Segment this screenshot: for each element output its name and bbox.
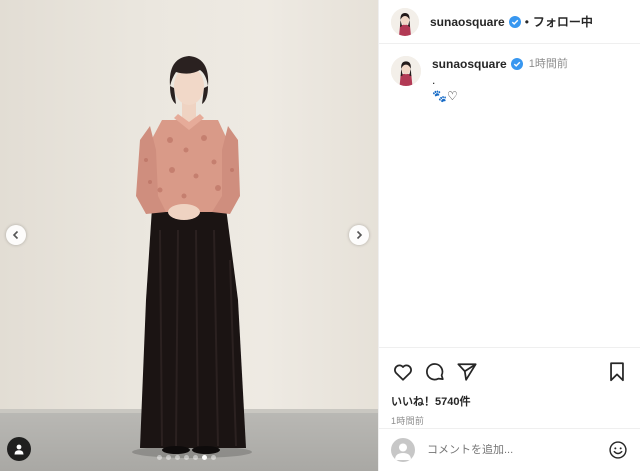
user-tag-icon xyxy=(14,444,24,455)
carousel-dot xyxy=(184,455,189,460)
caption-avatar[interactable] xyxy=(391,56,421,86)
carousel-dot xyxy=(157,455,162,460)
likes-count[interactable]: いいね！5740件 xyxy=(391,393,629,409)
post-header: sunaosquare • フォロー中 xyxy=(379,0,640,44)
caption-time: 1時間前 xyxy=(528,58,568,70)
verified-badge-icon xyxy=(508,15,521,28)
carousel-dot xyxy=(193,455,198,460)
paper-plane-icon xyxy=(457,363,477,381)
caption: sunaosquare 1時間前 . 🐾♡ xyxy=(379,44,640,104)
user-tag-button[interactable] xyxy=(7,437,31,461)
carousel-dot xyxy=(166,455,171,460)
share-button[interactable] xyxy=(455,360,479,384)
carousel-prev-button[interactable] xyxy=(6,225,26,245)
like-button[interactable] xyxy=(391,360,415,384)
posted-time[interactable]: 1時間前 xyxy=(391,414,629,427)
caption-body: sunaosquare 1時間前 . 🐾♡ xyxy=(432,56,568,104)
emoji-button[interactable] xyxy=(607,439,629,461)
bookmark-icon xyxy=(610,362,624,382)
heart-icon xyxy=(394,364,412,381)
photo-person-figure xyxy=(132,56,252,458)
carousel-next-button[interactable] xyxy=(349,225,369,245)
comment-bubble-icon xyxy=(426,363,444,381)
verified-badge-icon xyxy=(510,58,523,70)
comment-input[interactable] xyxy=(427,444,587,456)
avatar-image xyxy=(391,56,421,86)
caption-line: 🐾♡ xyxy=(432,89,458,103)
current-user-avatar xyxy=(391,438,415,462)
chevron-left-icon xyxy=(12,230,19,240)
post-photo[interactable] xyxy=(0,0,378,471)
save-button[interactable] xyxy=(605,360,629,384)
carousel-dot xyxy=(175,455,180,460)
post-actions: いいね！5740件 1時間前 xyxy=(379,347,640,427)
default-avatar-icon xyxy=(395,443,411,460)
comment-bar xyxy=(379,428,640,471)
author-avatar[interactable] xyxy=(391,7,419,36)
chevron-right-icon xyxy=(356,230,363,240)
author-username[interactable]: sunaosquare xyxy=(430,15,505,29)
carousel-dots xyxy=(157,455,216,460)
avatar-image xyxy=(391,7,419,36)
smiley-icon xyxy=(609,441,627,459)
caption-username[interactable]: sunaosquare xyxy=(432,56,507,72)
post-side-panel: sunaosquare • フォロー中 sunaosquare 1時間前 . 🐾… xyxy=(378,0,640,471)
caption-line: . xyxy=(432,73,436,87)
comment-button[interactable] xyxy=(423,360,447,384)
follow-status-button[interactable]: フォロー中 xyxy=(533,13,593,30)
header-separator: • xyxy=(524,14,529,29)
carousel-dot-active xyxy=(202,455,207,460)
carousel-dot xyxy=(211,455,216,460)
action-icons-row xyxy=(391,360,629,384)
